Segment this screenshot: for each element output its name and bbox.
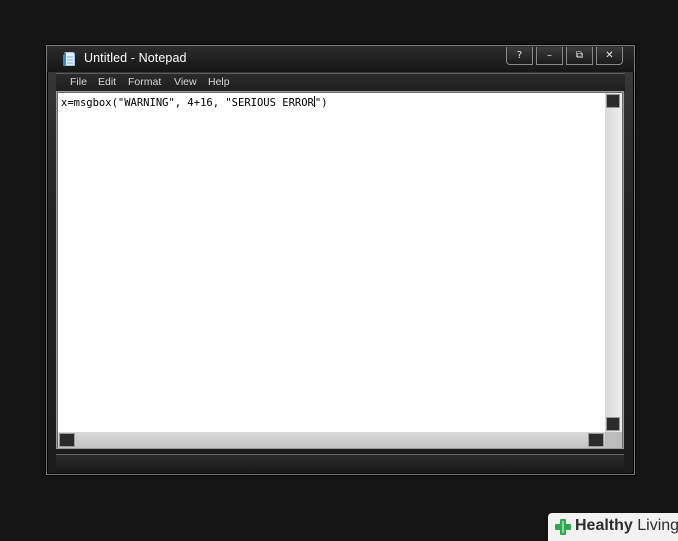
notepad-window: Untitled - Notepad ? – ⧉ ✕ File Edit For… bbox=[46, 45, 635, 475]
desktop-background: Untitled - Notepad ? – ⧉ ✕ File Edit For… bbox=[0, 0, 678, 541]
minimize-button[interactable]: – bbox=[536, 47, 563, 65]
close-button[interactable]: ✕ bbox=[596, 47, 623, 65]
restore-icon: ⧉ bbox=[575, 50, 584, 61]
menu-help[interactable]: Help bbox=[208, 76, 230, 88]
scroll-right-button[interactable] bbox=[588, 433, 604, 447]
editor-text-before-caret: x=msgbox("WARNING", 4+16, "SERIOUS ERROR bbox=[61, 97, 314, 109]
size-grip[interactable] bbox=[605, 432, 622, 448]
horizontal-scrollbar[interactable] bbox=[58, 432, 605, 448]
watermark-text-bold: Healthy bbox=[575, 517, 633, 534]
editor-frame: x=msgbox("WARNING", 4+16, "SERIOUS ERROR… bbox=[56, 91, 624, 449]
menu-bar: File Edit Format View Help bbox=[56, 73, 625, 92]
watermark-badge: Healthy Living bbox=[548, 513, 678, 541]
editor-content: x=msgbox("WARNING", 4+16, "SERIOUS ERROR… bbox=[61, 96, 328, 109]
menu-format[interactable]: Format bbox=[128, 76, 161, 88]
scroll-left-button[interactable] bbox=[59, 433, 75, 447]
menu-view[interactable]: View bbox=[174, 76, 197, 88]
close-icon: ✕ bbox=[605, 50, 614, 61]
scroll-down-button[interactable] bbox=[606, 417, 620, 431]
minimize-icon: – bbox=[547, 50, 552, 61]
vertical-scrollbar[interactable] bbox=[605, 93, 622, 432]
notepad-icon bbox=[63, 52, 75, 66]
watermark-text-regular: Living bbox=[632, 517, 678, 534]
text-editor[interactable]: x=msgbox("WARNING", 4+16, "SERIOUS ERROR… bbox=[58, 93, 605, 432]
menu-edit[interactable]: Edit bbox=[98, 76, 116, 88]
status-bar bbox=[56, 454, 624, 472]
help-button[interactable]: ? bbox=[506, 47, 533, 65]
editor-text-after-caret: ") bbox=[314, 97, 328, 109]
title-bar[interactable]: Untitled - Notepad ? – ⧉ ✕ bbox=[47, 46, 634, 72]
maximize-button[interactable]: ⧉ bbox=[566, 47, 593, 65]
watermark-text: Healthy Living bbox=[575, 517, 678, 535]
plus-leaf-icon bbox=[555, 519, 571, 535]
menu-file[interactable]: File bbox=[70, 76, 87, 88]
help-icon: ? bbox=[516, 50, 523, 61]
scroll-up-button[interactable] bbox=[606, 94, 620, 108]
window-title: Untitled - Notepad bbox=[84, 51, 187, 65]
